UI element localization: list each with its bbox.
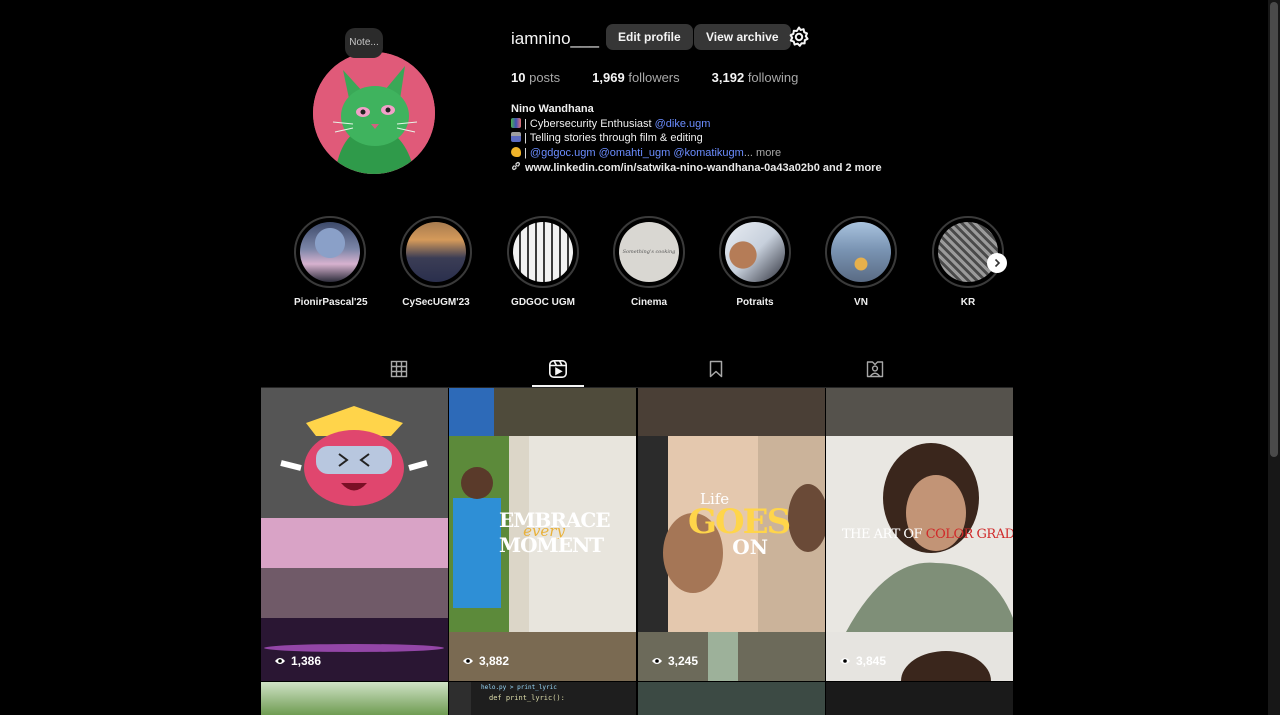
profile-stats: 10 posts 1,969 followers 3,192 following <box>511 70 798 85</box>
reel-views: 1,386 <box>274 654 321 668</box>
reel-views: 3,245 <box>651 654 698 668</box>
bio-line-2: | Telling stories through film & editing <box>511 131 882 146</box>
highlight-cover-image <box>831 222 891 282</box>
reel-views: 3,882 <box>462 654 509 668</box>
highlight-cover-image: Something's cooking <box>619 222 679 282</box>
highlight-cover-image <box>938 222 998 282</box>
highlight-label: Potraits <box>736 297 774 308</box>
highlight-cinema[interactable]: Something's cooking Cinema <box>613 216 685 308</box>
highlight-label: KR <box>960 297 976 308</box>
reel-tile-1[interactable]: 1,386 <box>261 388 448 681</box>
posts-stat[interactable]: 10 posts <box>511 70 560 85</box>
profile-bio: Nino Wandhana | Cybersecurity Enthusiast… <box>511 102 882 176</box>
tagged-person-icon <box>866 360 884 383</box>
reels-icon <box>548 359 568 384</box>
eye-icon <box>275 658 285 664</box>
bio-line-1: | Cybersecurity Enthusiast @dike.ugm <box>511 117 882 132</box>
username: iamnino___ <box>511 29 599 48</box>
highlight-label: VN <box>854 297 868 308</box>
followers-stat[interactable]: 1,969 followers <box>592 70 679 85</box>
reel-tile-2[interactable]: EMBRACE every MOMENT 3,882 <box>449 388 636 681</box>
reel-views: 3,845 <box>839 654 886 668</box>
heart-emoji-icon <box>511 147 521 158</box>
highlight-potraits[interactable]: Potraits <box>719 216 791 308</box>
clapper-emoji-icon <box>511 132 521 143</box>
tab-reels[interactable] <box>532 356 584 386</box>
reel-tile-3[interactable]: Life GOES ON 3,245 <box>638 388 825 681</box>
reel-tile-8[interactable] <box>826 682 1013 715</box>
view-archive-button[interactable]: View archive <box>694 24 791 50</box>
mention-dike[interactable]: @dike.ugm <box>655 118 711 130</box>
scrollbar-thumb[interactable] <box>1270 2 1278 457</box>
mention-komatik[interactable]: @komatikugm <box>673 147 743 159</box>
reel-overlay-text: EMBRACE every MOMENT <box>499 508 611 557</box>
highlight-cover-image <box>725 222 785 282</box>
mention-omahti[interactable]: @omahti_ugm <box>599 147 671 159</box>
settings-gear-icon[interactable] <box>787 25 811 49</box>
tab-posts-grid[interactable] <box>373 356 425 386</box>
external-link[interactable]: www.linkedin.com/in/satwika-nino-wandhan… <box>525 162 882 174</box>
highlight-label: GDGOC UGM <box>511 297 575 308</box>
display-name: Nino Wandhana <box>511 103 594 115</box>
eye-icon <box>463 658 473 664</box>
highlight-gdgoc-ugm[interactable]: GDGOC UGM <box>507 216 579 308</box>
bookmark-icon <box>708 360 724 383</box>
grid-icon <box>390 360 408 383</box>
eye-icon <box>840 658 850 664</box>
profile-avatar[interactable] <box>313 52 435 174</box>
following-stat[interactable]: 3,192 following <box>712 70 799 85</box>
highlight-cover-image <box>300 222 360 282</box>
reel-tile-4[interactable]: THE ART OF COLOR GRADING 3,845 <box>826 388 1013 681</box>
reel-overlay-text: Life GOES ON <box>688 490 791 559</box>
tab-saved[interactable] <box>690 356 742 386</box>
bio-line-3: | @gdgoc.ugm @omahti_ugm @komatikugm... … <box>511 146 882 161</box>
highlight-label: PionirPascal'25 <box>294 297 368 308</box>
highlight-label: Cinema <box>630 297 668 308</box>
highlight-vn[interactable]: VN <box>825 216 897 308</box>
note-bubble[interactable]: Note... <box>345 28 383 58</box>
highlight-cover-image <box>406 222 466 282</box>
highlights-next-chevron-icon[interactable] <box>987 253 1007 273</box>
bio-more-link[interactable]: ... more <box>744 147 781 159</box>
highlight-cysecugm[interactable]: CySecUGM'23 <box>400 216 472 308</box>
eye-icon <box>652 658 662 664</box>
books-emoji-icon <box>511 117 521 128</box>
edit-profile-button[interactable]: Edit profile <box>606 24 693 50</box>
reel-tile-5[interactable] <box>261 682 448 715</box>
highlight-cover-image <box>513 222 573 282</box>
highlight-label: CySecUGM'23 <box>402 297 470 308</box>
reel-tile-7[interactable] <box>638 682 825 715</box>
link-icon <box>511 161 521 176</box>
highlight-pionirpascal[interactable]: PionirPascal'25 <box>294 216 368 308</box>
active-tab-indicator <box>532 385 584 387</box>
bio-link-row[interactable]: www.linkedin.com/in/satwika-nino-wandhan… <box>511 161 882 176</box>
reel-tile-6[interactable]: helo.py > print_lyric def print_lyric(): <box>449 682 636 715</box>
mention-gdgoc[interactable]: @gdgoc.ugm <box>530 147 596 159</box>
reel-overlay-text: THE ART OF COLOR GRADING <box>842 527 1013 542</box>
tab-tagged[interactable] <box>849 356 901 386</box>
